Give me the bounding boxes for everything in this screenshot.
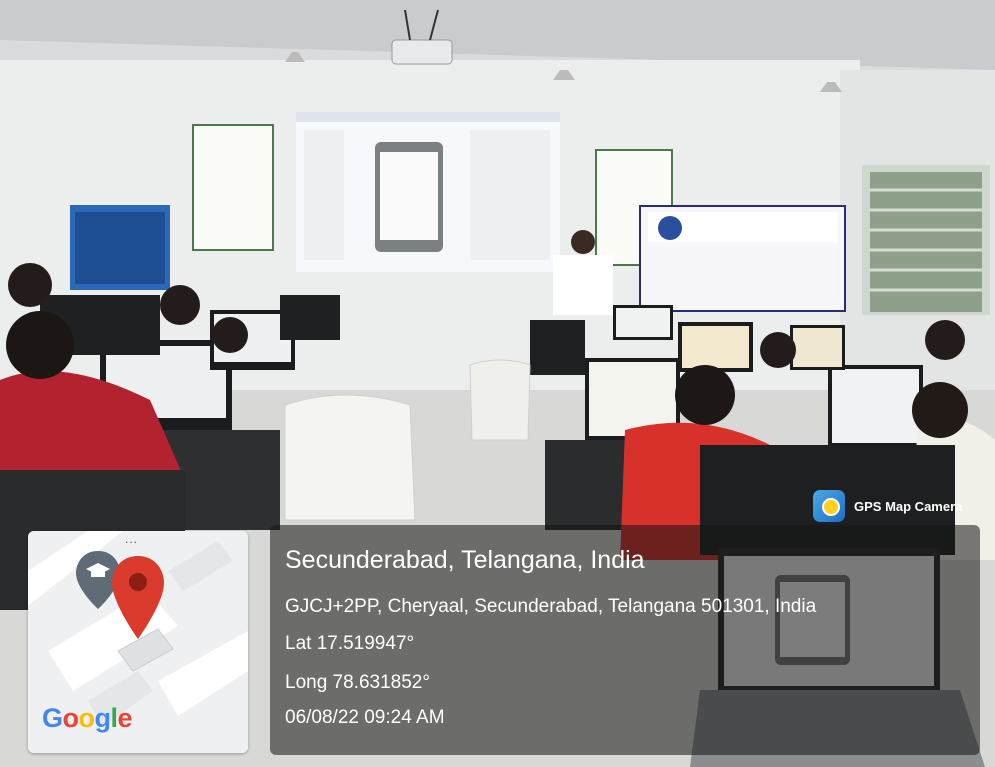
latitude-text: Lat 17.519947° (285, 633, 415, 654)
address-line: GJCJ+2PP, Cheryaal, Secunderabad, Telang… (285, 596, 817, 617)
datetime-text: 06/08/22 09:24 AM (285, 707, 445, 728)
place-title: Secunderabad, Telangana, India (285, 546, 645, 574)
google-logo: Google (42, 703, 133, 733)
longitude-text: Long 78.631852° (285, 672, 430, 693)
map-thumbnail: ... Google (28, 531, 248, 753)
camera-app-icon (813, 490, 845, 522)
app-name-label: GPS Map Camera (854, 498, 963, 514)
gps-map-camera-badge: GPS Map Camera (813, 489, 962, 523)
map-menu-dots: ... (125, 532, 139, 546)
